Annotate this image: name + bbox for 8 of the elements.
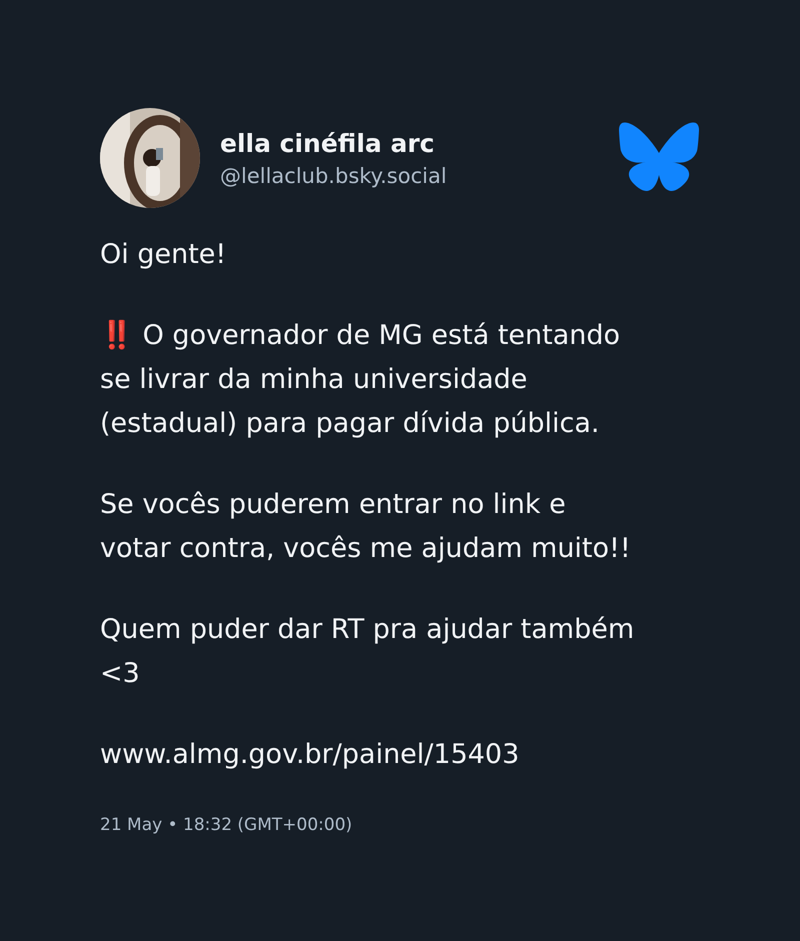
author-handle[interactable]: @lellaclub.bsky.social — [220, 164, 598, 188]
post-paragraph: ‼ O governador de MG está tentando se livrar da minha universidade (estadual) para pagar dívida pública. — [100, 318, 622, 441]
author-name[interactable]: ella cinéfila arc — [220, 128, 598, 158]
post-paragraph: www.almg.gov.br/painel/15403 — [100, 738, 520, 772]
post-timestamp: 21 May • 18:32 (GMT+00:00) — [100, 815, 354, 835]
post-paragraph: Se vocês puderem entrar no link e votar contra, vocês me ajudam muito!! — [100, 488, 632, 566]
post-paragraph: Quem puder dar RT pra ajudar também <3 — [100, 613, 636, 691]
post-paragraph: Oi gente! — [100, 238, 228, 272]
